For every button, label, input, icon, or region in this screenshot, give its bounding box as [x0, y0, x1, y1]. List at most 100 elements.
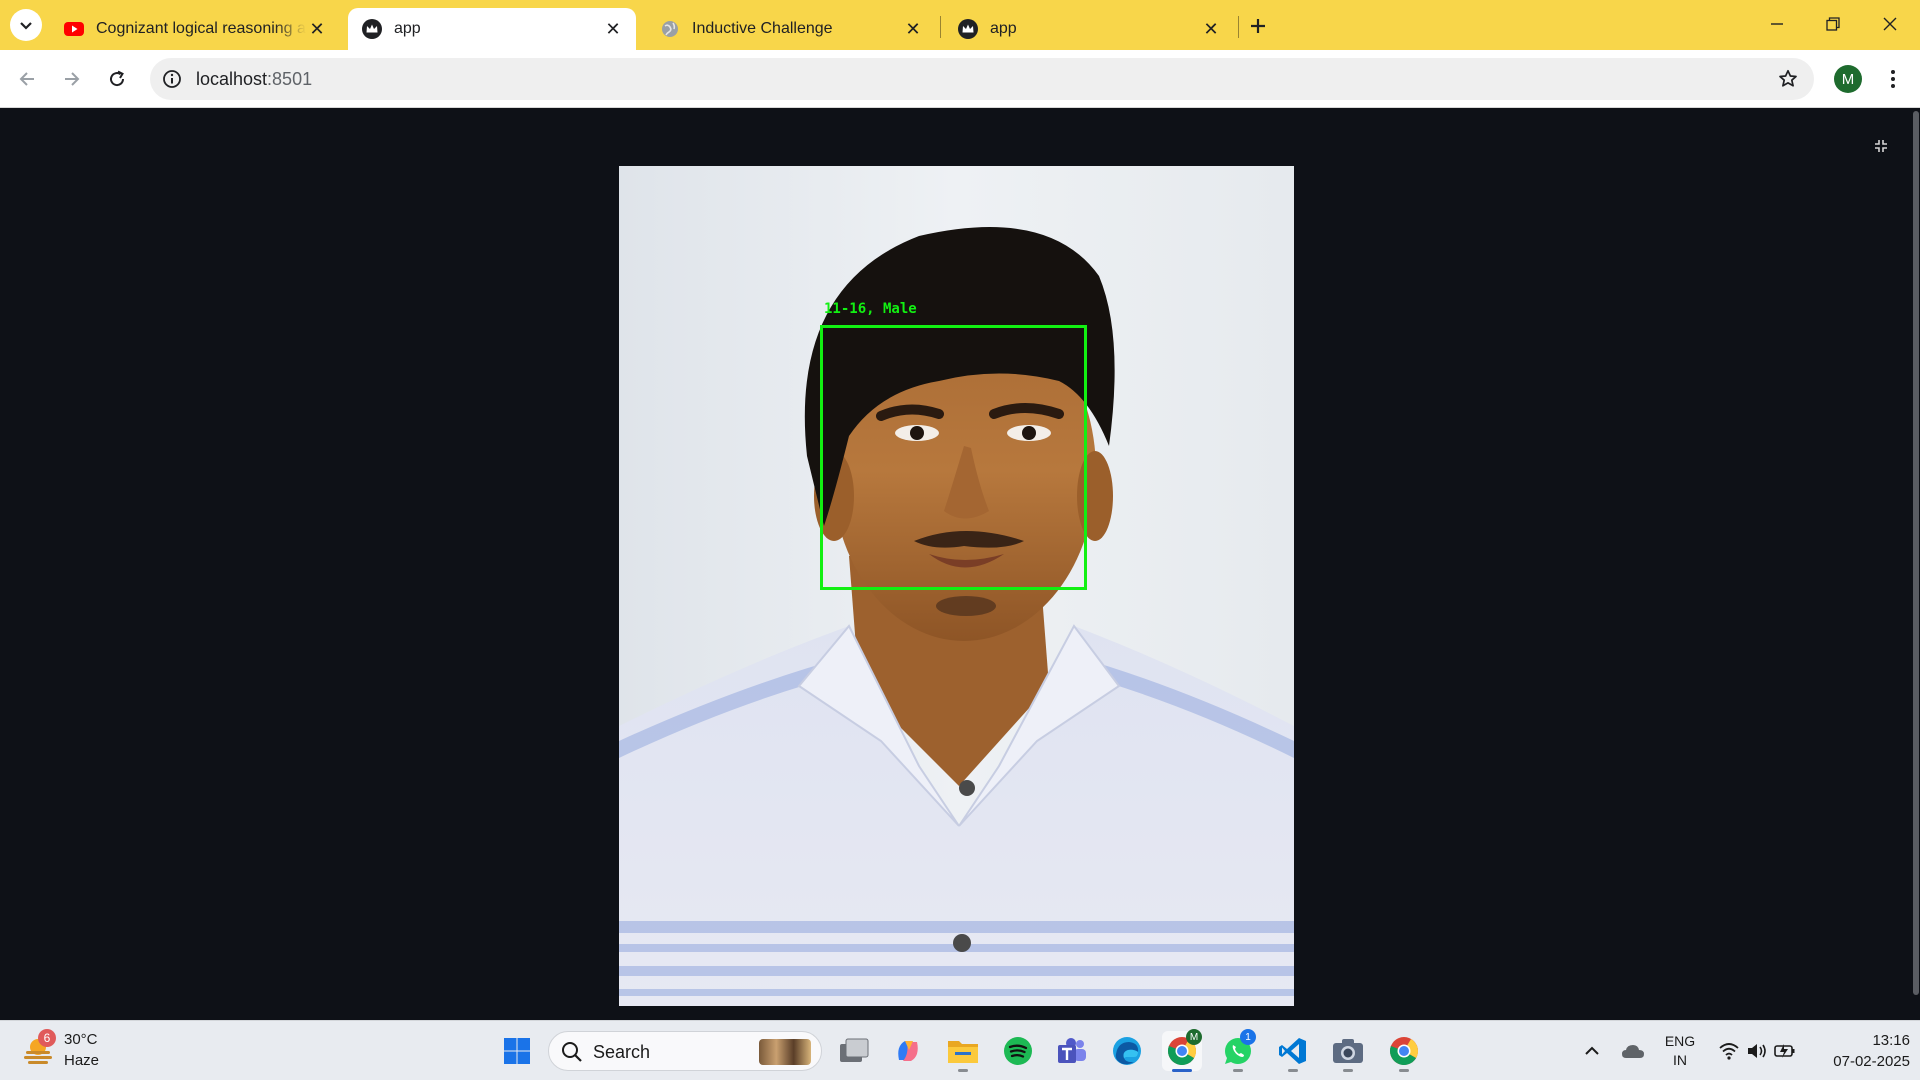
- arrow-left-icon: [19, 72, 34, 86]
- close-tab-icon[interactable]: ✕: [1200, 18, 1222, 40]
- task-view-button[interactable]: [834, 1031, 874, 1071]
- close-icon: [1883, 17, 1897, 31]
- vscode-button[interactable]: [1273, 1031, 1313, 1072]
- minimize-button[interactable]: [1757, 8, 1797, 40]
- chrome-profile-button[interactable]: M: [1162, 1029, 1202, 1072]
- whatsapp-unread-badge: 1: [1240, 1029, 1256, 1045]
- running-indicator: [1233, 1069, 1243, 1072]
- profile-avatar[interactable]: M: [1834, 65, 1862, 93]
- teams-icon: [1058, 1038, 1086, 1063]
- globe-icon: [660, 19, 680, 39]
- forward-button[interactable]: [55, 62, 89, 96]
- camera-icon: [1333, 1039, 1363, 1063]
- weather-temperature: 30°C: [64, 1031, 98, 1048]
- chevron-down-icon: [20, 22, 32, 30]
- search-highlight-image: [759, 1039, 811, 1065]
- file-explorer-button[interactable]: [943, 1031, 983, 1072]
- url-text[interactable]: localhost:8501: [196, 69, 312, 90]
- chrome-profile-badge: M: [1186, 1029, 1202, 1045]
- language-line-1: ENG: [1664, 1033, 1696, 1049]
- reload-icon: [110, 70, 125, 87]
- windows-logo-icon: [504, 1038, 530, 1064]
- face-detection-box: [820, 325, 1087, 590]
- camera-button[interactable]: [1328, 1031, 1368, 1072]
- scrollbar-thumb[interactable]: [1913, 111, 1919, 995]
- restore-button[interactable]: [1813, 8, 1853, 40]
- streamlit-crown-icon: [362, 19, 382, 39]
- streamlit-app-page: 11-16, Male: [0, 109, 1920, 1020]
- onedrive-button[interactable]: [1614, 1031, 1652, 1071]
- address-bar[interactable]: localhost:8501: [150, 58, 1814, 100]
- tab-title: Cognizant logical reasoning act: [96, 20, 306, 37]
- copilot-button[interactable]: [888, 1031, 928, 1071]
- exit-fullscreen-button[interactable]: [1866, 131, 1896, 161]
- tab-search-button[interactable]: [10, 9, 42, 41]
- whatsapp-button[interactable]: 1: [1218, 1029, 1258, 1072]
- start-button[interactable]: [497, 1031, 537, 1071]
- search-icon: [562, 1042, 582, 1062]
- show-hidden-icons-button[interactable]: [1573, 1031, 1611, 1071]
- close-window-button[interactable]: [1870, 8, 1910, 40]
- tab-separator: [1238, 16, 1239, 38]
- edge-icon: [1113, 1037, 1141, 1065]
- task-view-icon: [840, 1038, 869, 1062]
- copilot-icon: [898, 1041, 918, 1061]
- more-vertical-icon: [1891, 70, 1895, 88]
- restore-icon: [1826, 17, 1840, 31]
- tab-app[interactable]: app ✕: [944, 8, 1234, 50]
- browser-menu-button[interactable]: [1880, 62, 1906, 96]
- weather-alert-badge: 6: [38, 1029, 56, 1047]
- running-indicator: [1399, 1069, 1409, 1072]
- folder-icon: [948, 1041, 978, 1063]
- back-button[interactable]: [10, 62, 44, 96]
- url-port: :8501: [267, 69, 313, 89]
- tab-app-active[interactable]: app ✕: [348, 8, 636, 50]
- clock-time: 13:16: [1872, 1032, 1910, 1049]
- spotify-icon: [1004, 1037, 1032, 1065]
- teams-button[interactable]: [1052, 1031, 1092, 1071]
- tab-title: app: [394, 20, 421, 37]
- site-info-icon[interactable]: [160, 67, 184, 91]
- page-scrollbar[interactable]: [1912, 109, 1920, 1020]
- minimize-icon: [1771, 23, 1783, 25]
- close-tab-icon[interactable]: ✕: [306, 18, 328, 40]
- plus-icon: [1251, 19, 1265, 33]
- chrome-icon: [1389, 1037, 1418, 1065]
- streamlit-crown-icon: [958, 19, 978, 39]
- language-line-2: IN: [1673, 1052, 1687, 1068]
- active-indicator: [1172, 1069, 1192, 1072]
- wifi-icon: [1719, 1043, 1739, 1060]
- running-indicator: [1288, 1069, 1298, 1072]
- spotify-button[interactable]: [998, 1031, 1038, 1071]
- cloud-icon: [1622, 1045, 1644, 1058]
- language-indicator[interactable]: ENG IN: [1655, 1033, 1705, 1068]
- age-gender-label: 11-16, Male: [824, 301, 917, 317]
- new-tab-button[interactable]: [1244, 12, 1272, 40]
- tab-youtube[interactable]: Cognizant logical reasoning act ✕: [50, 8, 340, 50]
- close-tab-icon[interactable]: ✕: [902, 18, 924, 40]
- windows-taskbar: 6 30°C Haze Search M 1 ENG IN 13:16 07-0…: [0, 1020, 1920, 1080]
- uploaded-portrait-photo: 11-16, Male: [619, 166, 1294, 1006]
- taskbar-search-box[interactable]: Search: [548, 1031, 822, 1071]
- running-indicator: [1343, 1069, 1353, 1072]
- volume-icon: [1748, 1044, 1766, 1058]
- edge-button[interactable]: [1107, 1031, 1147, 1071]
- search-label: Search: [593, 1042, 651, 1062]
- exit-fullscreen-icon: [1875, 140, 1887, 152]
- bookmark-star-icon[interactable]: [1776, 67, 1800, 91]
- chevron-up-icon: [1585, 1046, 1599, 1055]
- tab-inductive-challenge[interactable]: Inductive Challenge ✕: [646, 8, 936, 50]
- weather-description: Haze: [64, 1052, 100, 1069]
- chrome-button[interactable]: [1384, 1031, 1424, 1072]
- clock-date: 07-02-2025: [1833, 1053, 1910, 1070]
- reload-button[interactable]: [100, 62, 134, 96]
- youtube-icon: [64, 19, 84, 39]
- vscode-icon: [1279, 1038, 1306, 1064]
- battery-charging-icon: [1774, 1044, 1795, 1058]
- quick-settings-button[interactable]: [1712, 1031, 1802, 1071]
- close-tab-icon[interactable]: ✕: [602, 18, 624, 40]
- tab-title: Inductive Challenge: [692, 20, 833, 37]
- tab-title: app: [990, 20, 1017, 37]
- browser-tab-strip: Cognizant logical reasoning act ✕ app ✕ …: [0, 0, 1920, 50]
- arrow-right-icon: [65, 72, 80, 86]
